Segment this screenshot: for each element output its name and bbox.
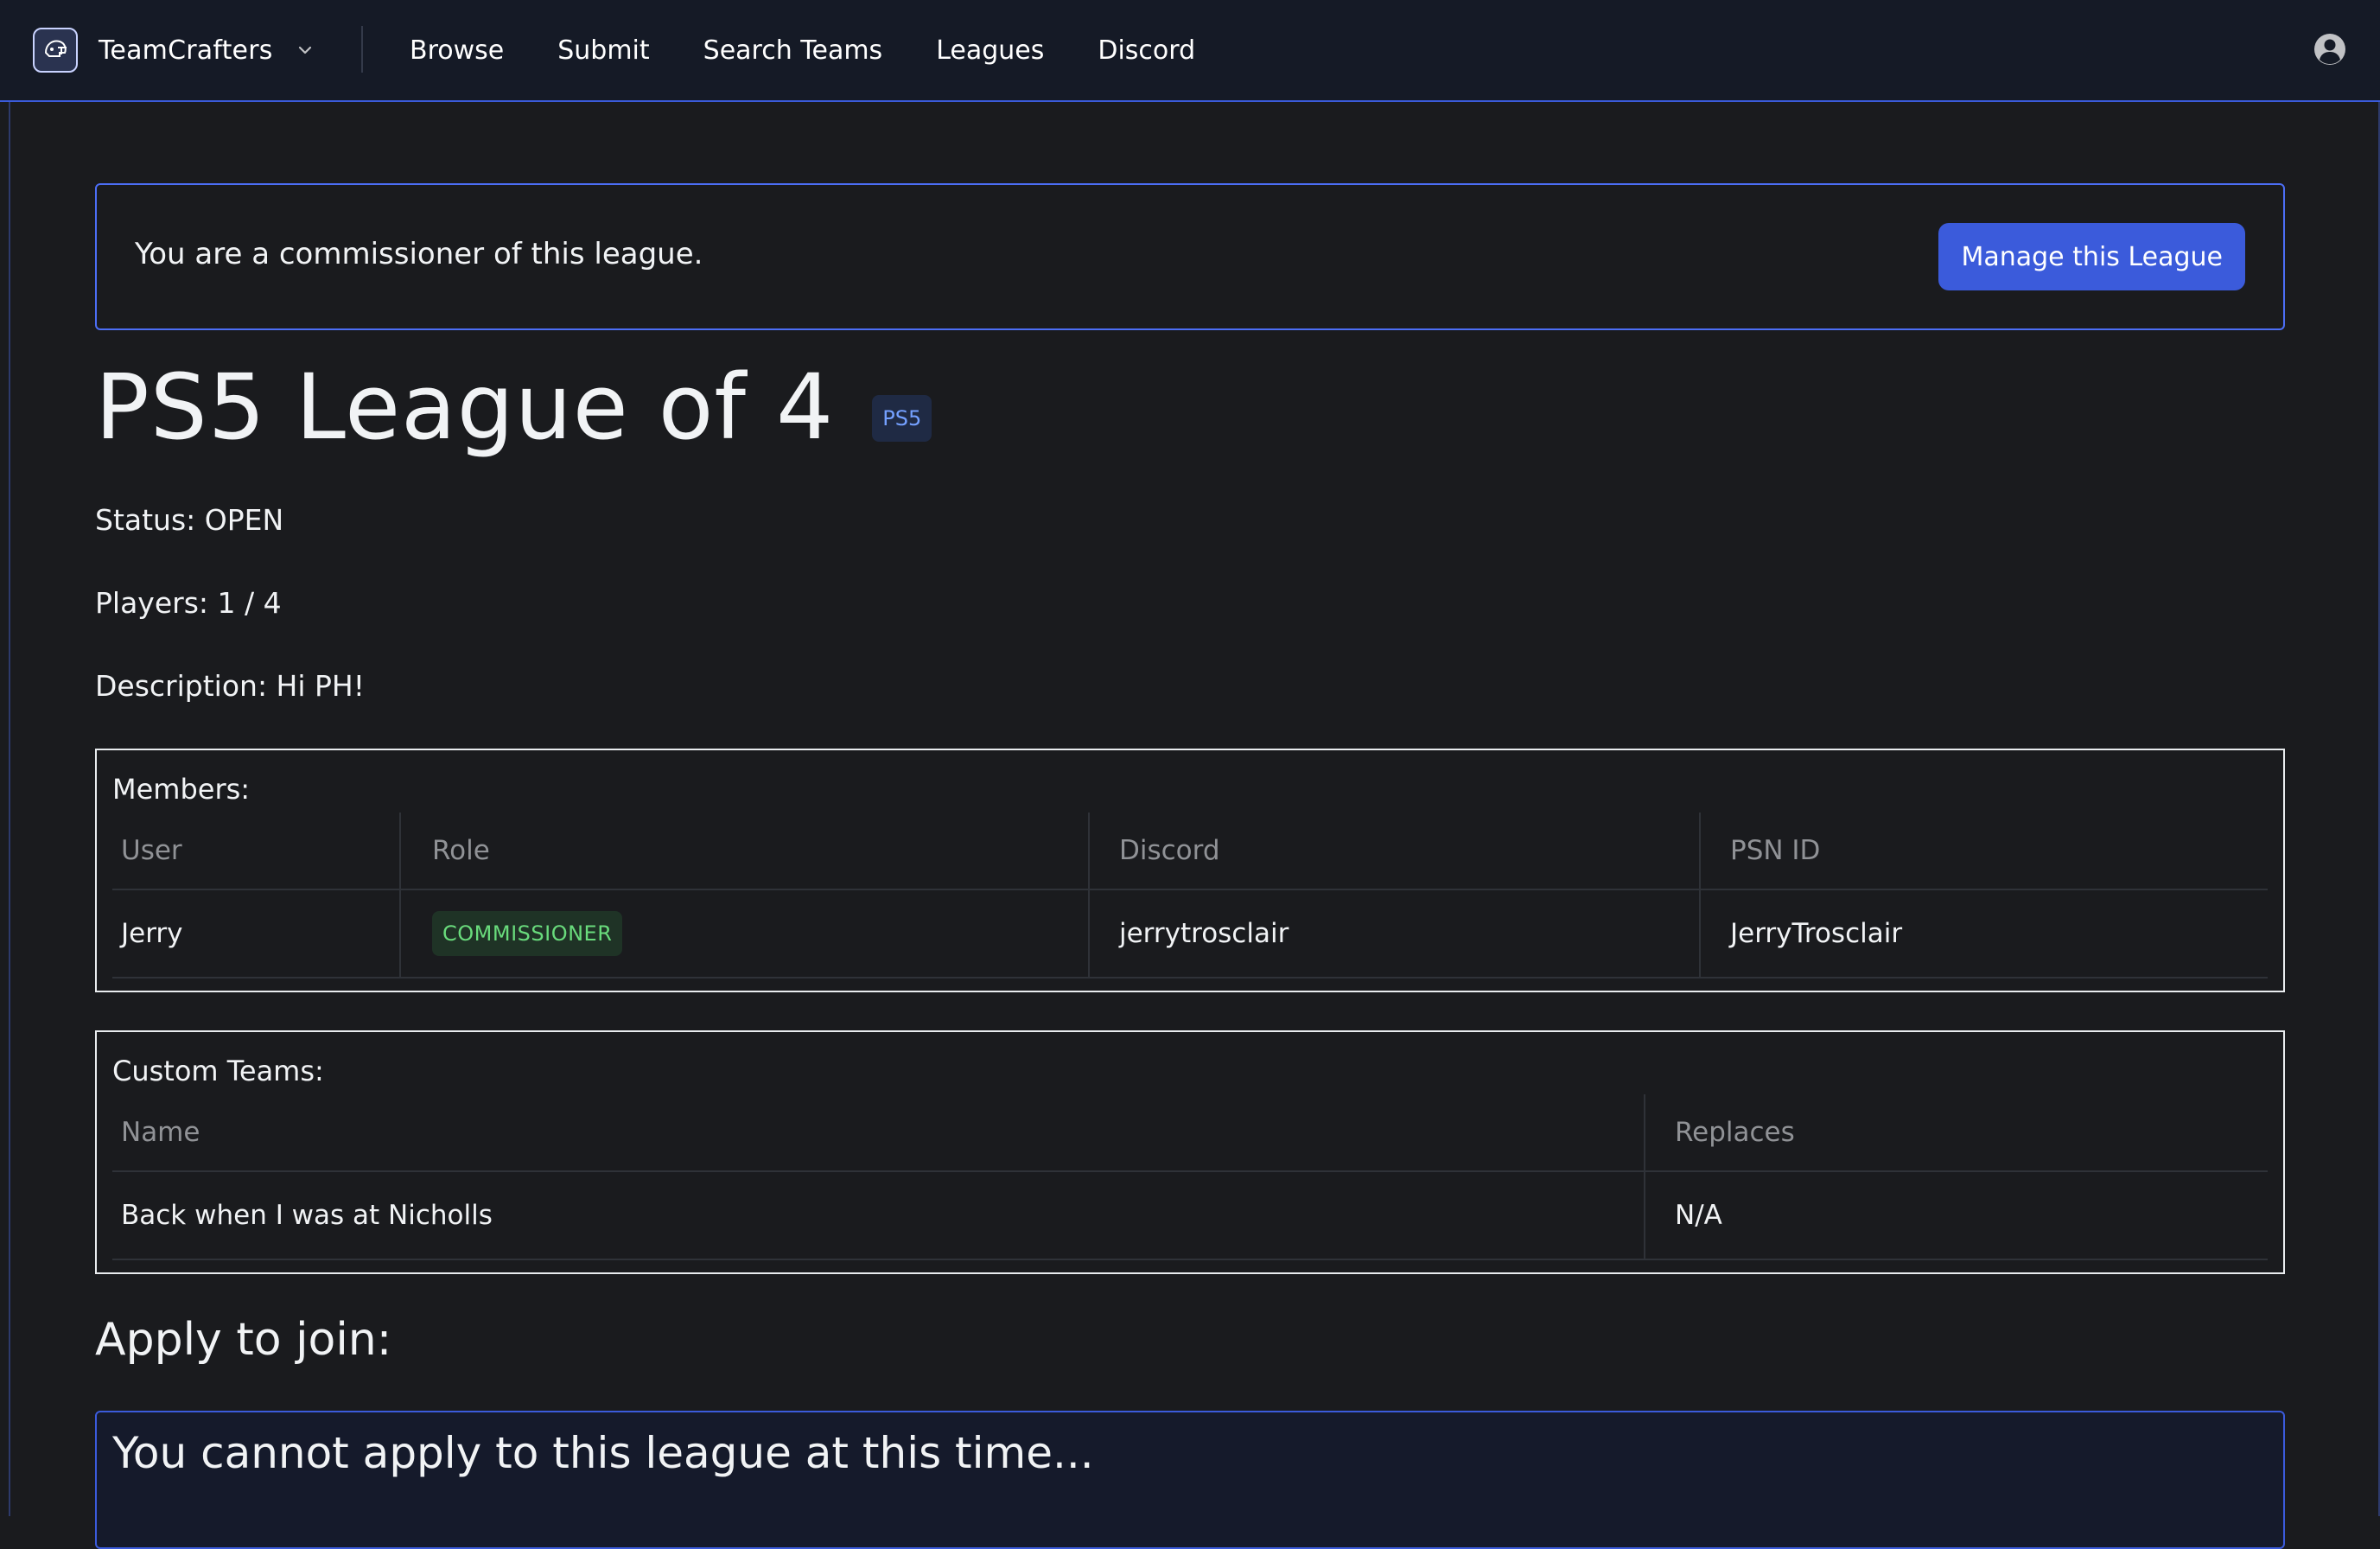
page-title: PS5 League of 4 [95,354,835,460]
members-panel: Members: User Role Discord PSN ID Jerry … [95,749,2285,992]
members-title: Members: [112,773,251,806]
chevron-down-icon[interactable] [296,41,315,60]
commissioner-notice: You are a commissioner of this league. M… [95,183,2285,330]
teamcrafters-logo-icon [33,28,78,73]
nav-search-teams[interactable]: Search Teams [703,35,883,66]
main-nav: Browse Submit Search Teams Leagues Disco… [410,24,1195,76]
apply-heading: Apply to join: [95,1314,392,1366]
custom-teams-table: Name Replaces Back when I was at Nicholl… [112,1094,2268,1260]
custom-team-name[interactable]: Back when I was at Nicholls [112,1172,1645,1259]
custom-teams-header-row: Name Replaces [112,1094,2268,1172]
column-header-name: Name [112,1094,1645,1170]
members-table: User Role Discord PSN ID Jerry COMMISSIO… [112,813,2268,978]
commissioner-notice-text: You are a commissioner of this league. [135,237,703,271]
platform-badge: PS5 [872,395,932,442]
member-discord: jerrytrosclair [1090,890,1701,977]
manage-league-button[interactable]: Manage this League [1938,223,2245,290]
member-user: Jerry [112,890,401,977]
custom-team-replaces: N/A [1675,1200,1722,1231]
user-account-icon[interactable] [2313,32,2347,67]
column-header-replaces: Replaces [1675,1117,1795,1148]
league-page: You are a commissioner of this league. M… [95,183,2285,1549]
column-header-user: User [112,813,401,889]
brand-menu[interactable]: TeamCrafters [33,24,315,76]
table-row: Jerry COMMISSIONER jerrytrosclair JerryT… [112,890,2268,978]
apply-unavailable-notice: You cannot apply to this league at this … [95,1411,2285,1549]
league-description: Description: Hi PH! [95,669,365,703]
apply-unavailable-text: You cannot apply to this league at this … [112,1428,1094,1478]
role-badge: COMMISSIONER [432,911,623,956]
member-role-cell: COMMISSIONER [401,890,1090,977]
brand-name: TeamCrafters [99,35,273,66]
column-header-role: Role [401,813,1090,889]
nav-divider [361,26,363,73]
column-header-discord: Discord [1090,813,1701,889]
league-players: Players: 1 / 4 [95,586,282,620]
column-header-psn-id: PSN ID [1730,835,1821,866]
nav-browse[interactable]: Browse [410,35,504,66]
member-psn-id: JerryTrosclair [1730,918,1903,949]
nav-discord[interactable]: Discord [1098,35,1195,66]
members-header-row: User Role Discord PSN ID [112,813,2268,890]
content-frame-left [9,102,10,1516]
league-status: Status: OPEN [95,503,284,537]
nav-submit[interactable]: Submit [557,35,649,66]
table-row: Back when I was at Nicholls N/A [112,1172,2268,1260]
nav-leagues[interactable]: Leagues [936,35,1044,66]
custom-teams-panel: Custom Teams: Name Replaces Back when I … [95,1030,2285,1274]
top-navbar: TeamCrafters Browse Submit Search Teams … [0,0,2380,102]
league-title-row: PS5 League of 4 PS5 [95,360,2285,455]
custom-teams-title: Custom Teams: [112,1055,324,1087]
